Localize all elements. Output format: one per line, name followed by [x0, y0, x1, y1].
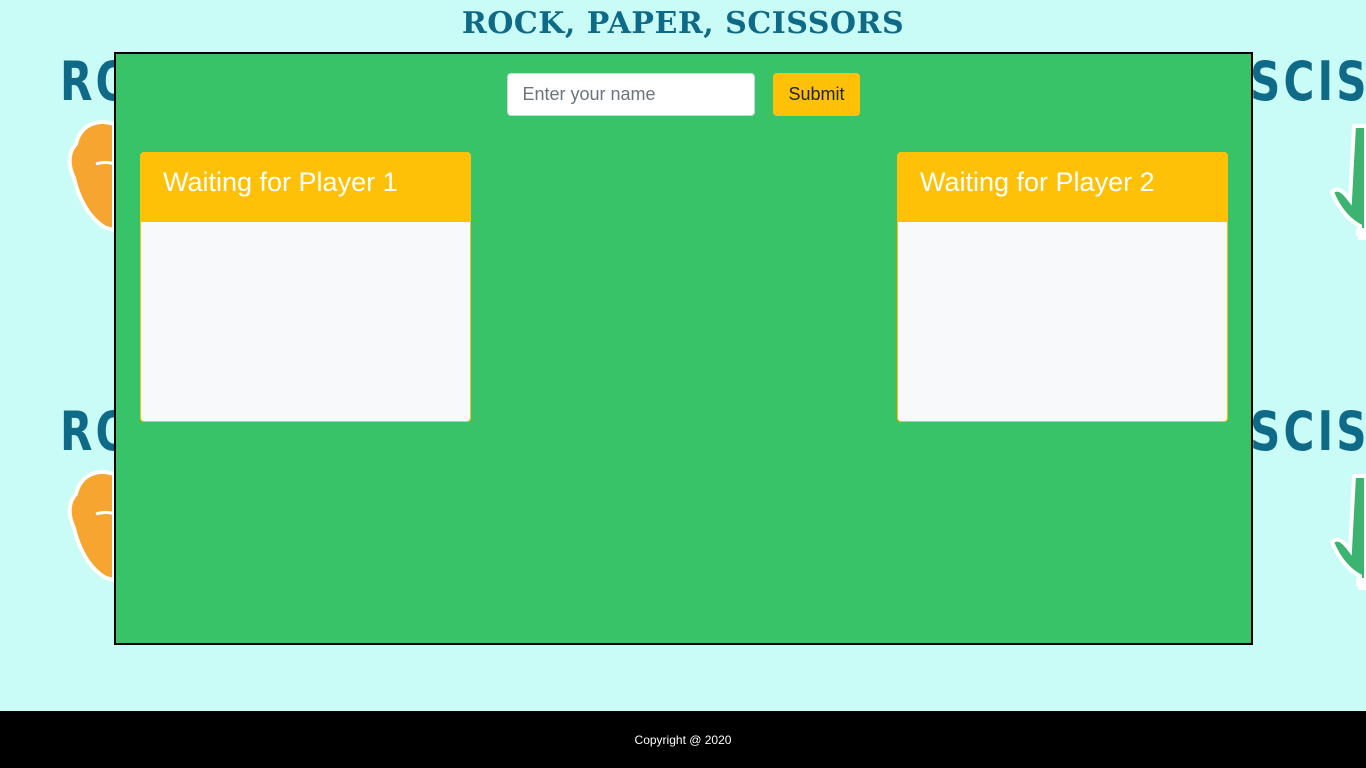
player-2-card: Waiting for Player 2	[897, 152, 1228, 422]
submit-button[interactable]: Submit	[773, 73, 860, 116]
player-1-card: Waiting for Player 1	[140, 152, 471, 422]
background-word: SCISS	[1250, 400, 1366, 463]
footer: Copyright @ 2020	[0, 711, 1366, 768]
background-word: SCISS	[1250, 50, 1366, 113]
peace-hand-icon	[1329, 124, 1366, 240]
peace-hand-icon	[1329, 474, 1366, 590]
name-input[interactable]	[507, 73, 756, 116]
player-1-status: Waiting for Player 1	[141, 153, 470, 222]
name-form: Submit	[116, 73, 1251, 116]
game-board: Submit Waiting for Player 1 Waiting for …	[114, 52, 1253, 645]
copyright-text: Copyright @ 2020	[634, 733, 732, 747]
boxing-glove-icon	[67, 120, 114, 232]
page-title: ROCK, PAPER, SCISSORS	[461, 6, 905, 41]
boxing-glove-icon	[67, 470, 114, 582]
player-2-status: Waiting for Player 2	[898, 153, 1227, 222]
